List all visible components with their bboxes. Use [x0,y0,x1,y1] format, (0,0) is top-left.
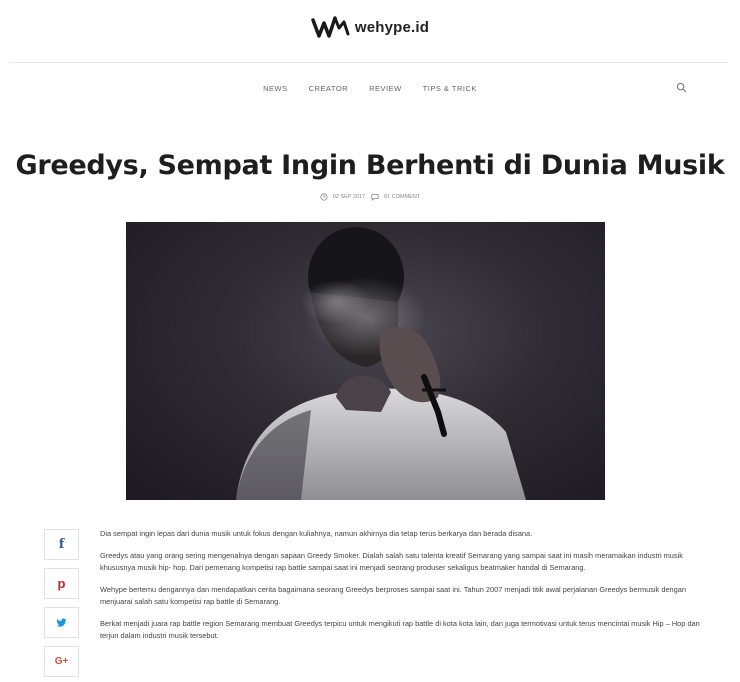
article-paragraph: Dia sempat ingin lepas dari dunia musik … [100,529,533,538]
comment-count: 01 COMMENT [384,194,421,200]
article-paragraph: Berkat menjadi juara rap battle region S… [100,619,700,640]
wehype-logo-icon [311,16,350,38]
facebook-icon: f [58,537,65,552]
nav-item-creator[interactable]: CREATOR [309,84,348,93]
header-divider [10,62,728,63]
article-paragraph: Greedys atau yang orang sering mengenaln… [100,551,683,572]
nav-item-review[interactable]: REVIEW [369,84,402,93]
article-hero-image [126,222,605,500]
share-twitter-button[interactable] [44,607,79,638]
search-icon[interactable] [676,82,687,93]
main-nav: NEWS CREATOR REVIEW TIPS & TRICK [0,84,740,93]
article-title: Greedys, Sempat Ingin Berhenti di Dunia … [15,150,725,181]
article-date: 02 SEP 2017 [332,194,366,200]
comment-icon [371,194,379,201]
logo-text: wehype.id [354,18,430,36]
share-googleplus-button[interactable]: G+ [44,646,79,677]
share-facebook-button[interactable]: f [44,529,79,560]
clock-icon [320,193,328,201]
site-logo[interactable]: wehype.id [0,14,740,40]
nav-item-tips-trick[interactable]: TIPS & TRICK [423,84,477,93]
twitter-icon [56,618,67,627]
nav-item-news[interactable]: NEWS [263,84,288,93]
pinterest-icon: p [57,576,66,591]
googleplus-icon: G+ [54,656,69,667]
comment-link[interactable]: 01 COMMENT [371,193,420,201]
hero-photo-illustration [236,227,526,500]
share-pinterest-button[interactable]: p [44,568,79,599]
article-body: Dia sempat ingin lepas dari dunia musik … [100,528,710,652]
article-paragraph: Wehype bertemu dengannya dan mendapatkan… [100,585,686,606]
article-meta: 02 SEP 2017 01 COMMENT [0,193,740,201]
